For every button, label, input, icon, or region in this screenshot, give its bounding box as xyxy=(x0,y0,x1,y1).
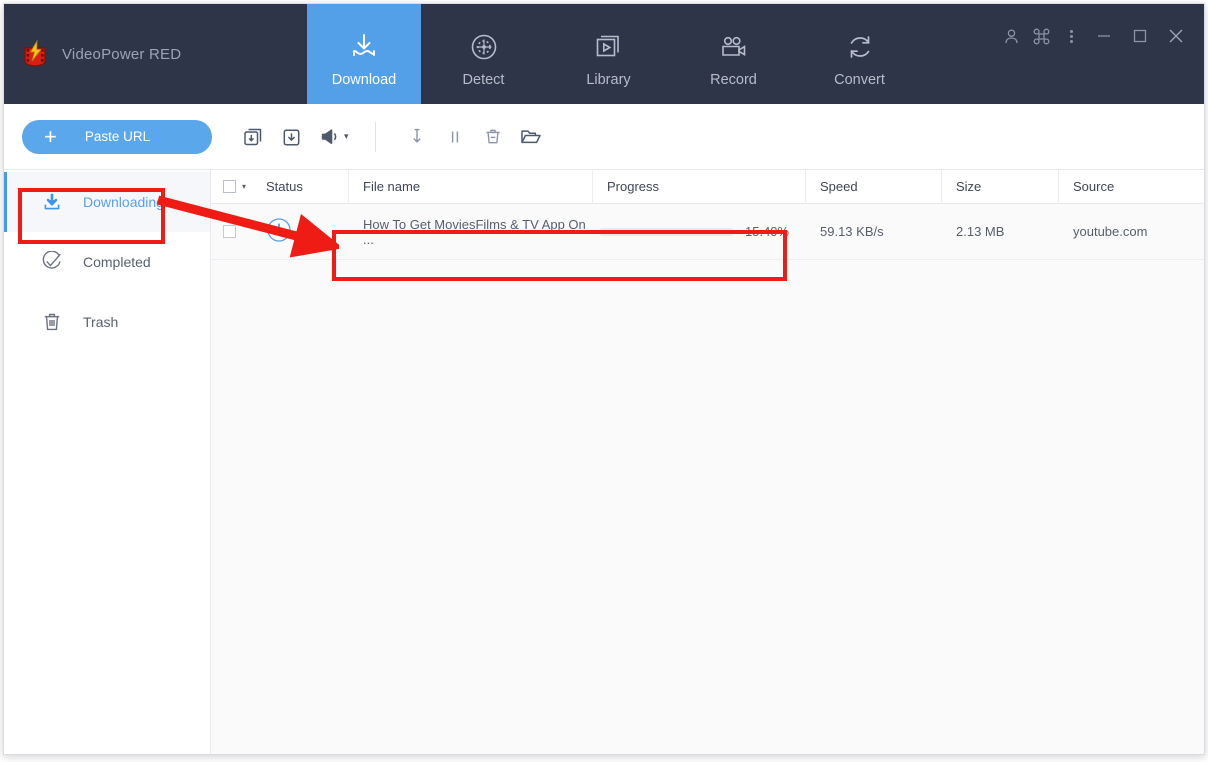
sidebar-item-downloading[interactable]: Downloading xyxy=(4,172,210,232)
pause-icon[interactable] xyxy=(436,117,474,157)
video-library-icon xyxy=(592,26,626,68)
tab-detect[interactable]: Detect xyxy=(421,4,546,104)
tab-record[interactable]: Record xyxy=(671,4,796,104)
downloading-circle-arrow-icon xyxy=(266,217,292,246)
app-title: VideoPower RED xyxy=(62,45,182,63)
tab-detect-label: Detect xyxy=(462,72,505,88)
more-vertical-icon[interactable] xyxy=(1056,22,1086,50)
tab-download[interactable]: Download xyxy=(307,4,421,104)
sidebar: Downloading Completed Trash xyxy=(4,170,211,754)
volume-dropdown-caret-icon[interactable]: ▾ xyxy=(344,131,349,142)
toolbar-divider xyxy=(374,121,376,152)
trash-bin-icon xyxy=(41,311,71,333)
row-size: 2.13 MB xyxy=(956,224,1005,239)
content-area: ▾ Status File name Progress Speed Size S… xyxy=(211,169,1204,754)
sidebar-item-completed[interactable]: Completed xyxy=(4,232,210,292)
select-all-checkbox[interactable] xyxy=(223,180,236,193)
column-header-size[interactable]: Size xyxy=(942,169,1059,204)
toolbar: + Paste URL ▾ xyxy=(4,104,1204,170)
lightning-film-logo-icon xyxy=(20,39,50,69)
row-select-cell xyxy=(211,204,266,260)
check-circle-icon xyxy=(41,251,71,273)
column-header-progress[interactable]: Progress xyxy=(593,169,806,204)
maximize-icon[interactable] xyxy=(1122,22,1158,50)
title-bar: VideoPower RED Download Detect Library R… xyxy=(4,4,1204,104)
row-status-cell xyxy=(266,204,349,260)
convert-refresh-icon xyxy=(843,26,877,68)
tab-download-label: Download xyxy=(331,72,397,88)
download-tray-icon xyxy=(347,26,381,68)
progress-percent-label: 15.40% xyxy=(745,224,790,239)
command-key-icon[interactable] xyxy=(1026,22,1056,50)
toolbar-group-actions xyxy=(398,117,550,157)
sidebar-item-trash-label: Trash xyxy=(83,314,119,330)
table-body: How To Get MoviesFilms & TV App On ... 1… xyxy=(211,204,1204,754)
minimize-icon[interactable] xyxy=(1086,22,1122,50)
main-nav-tabs: Download Detect Library Record Convert xyxy=(307,4,923,104)
plus-icon: + xyxy=(44,123,57,149)
tab-library[interactable]: Library xyxy=(546,4,671,104)
close-icon[interactable] xyxy=(1158,22,1194,50)
window-controls xyxy=(996,4,1204,104)
table-row[interactable]: How To Get MoviesFilms & TV App On ... 1… xyxy=(211,204,1204,260)
sidebar-item-downloading-label: Downloading xyxy=(83,194,164,210)
sidebar-item-completed-label: Completed xyxy=(83,254,151,270)
paste-url-button[interactable]: + Paste URL xyxy=(22,119,212,154)
application-window: VideoPower RED Download Detect Library R… xyxy=(3,3,1205,755)
progress-bar xyxy=(599,227,734,236)
brand-area: VideoPower RED xyxy=(4,4,307,104)
row-source: youtube.com xyxy=(1073,224,1148,239)
batch-download-icon[interactable] xyxy=(234,117,272,157)
paste-url-label: Paste URL xyxy=(84,129,151,144)
column-header-speed[interactable]: Speed xyxy=(806,169,942,204)
tab-convert-label: Convert xyxy=(834,72,885,88)
column-header-filename[interactable]: File name xyxy=(349,169,593,204)
row-checkbox[interactable] xyxy=(223,225,236,238)
select-all-cell: ▾ xyxy=(211,170,266,204)
column-header-status[interactable]: Status xyxy=(266,169,349,204)
row-speed: 59.13 KB/s xyxy=(820,224,884,239)
table-header: ▾ Status File name Progress Speed Size S… xyxy=(211,169,1204,204)
select-all-caret-icon[interactable]: ▾ xyxy=(242,182,246,191)
column-header-source[interactable]: Source xyxy=(1059,170,1204,204)
tab-convert[interactable]: Convert xyxy=(796,4,923,104)
open-folder-icon[interactable] xyxy=(512,117,550,157)
radar-detect-icon xyxy=(467,26,501,68)
row-filename: How To Get MoviesFilms & TV App On ... xyxy=(363,216,586,247)
video-camera-icon xyxy=(717,26,751,68)
tab-record-label: Record xyxy=(710,72,757,88)
row-progress-cell: 15.40% xyxy=(593,204,806,260)
user-account-icon[interactable] xyxy=(996,22,1026,50)
body-area: Downloading Completed Trash ▾ Status Fil… xyxy=(4,169,1204,754)
toolbar-group-primary: ▾ xyxy=(234,117,349,157)
start-arrow-icon[interactable] xyxy=(398,117,436,157)
download-arrow-icon xyxy=(41,191,71,213)
trash-minus-icon[interactable] xyxy=(474,117,512,157)
volume-speaker-icon[interactable] xyxy=(310,117,348,157)
tab-library-label: Library xyxy=(586,72,631,88)
download-box-icon[interactable] xyxy=(272,117,310,157)
sidebar-item-trash[interactable]: Trash xyxy=(4,292,210,352)
